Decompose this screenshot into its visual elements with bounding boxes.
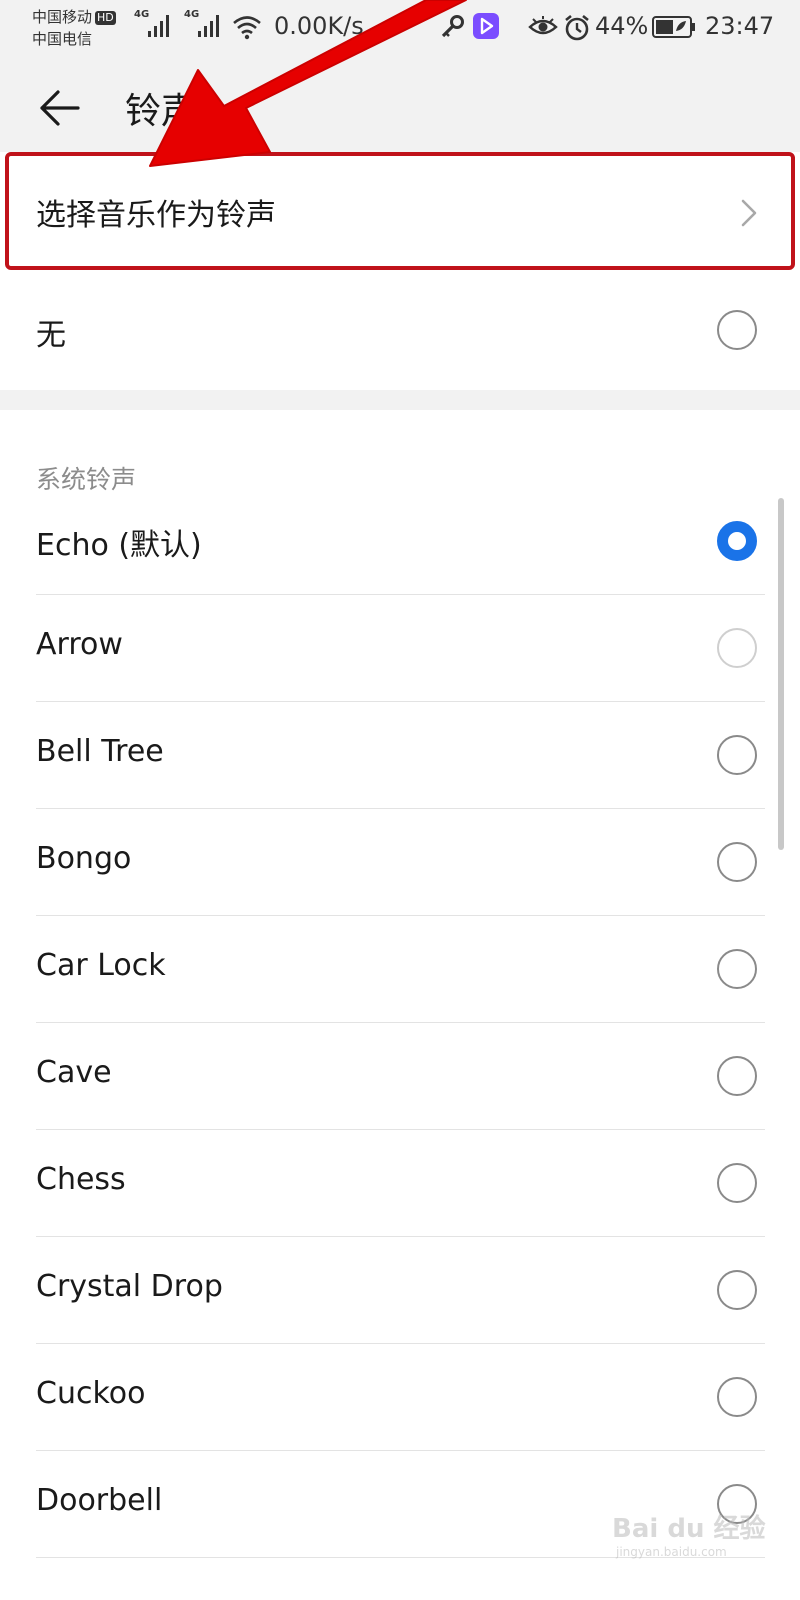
ringtone-list: Echo (默认) Arrow Bell Tree Bongo Car Lock Cave… [0, 488, 800, 1558]
carrier-1: 中国移动 [32, 8, 93, 26]
key-icon [441, 15, 464, 38]
ringtone-item[interactable]: Cave [0, 1023, 800, 1130]
watermark-url: jingyan.baidu.com [616, 1545, 727, 1559]
eye-icon [528, 16, 558, 35]
radio-button[interactable] [717, 949, 757, 989]
ringtone-item[interactable]: Bongo [0, 809, 800, 916]
alarm-icon [565, 14, 589, 41]
back-arrow-icon[interactable] [38, 86, 82, 130]
video-app-icon [473, 13, 499, 39]
hd-badge: HD [95, 11, 116, 25]
highlight-box [5, 152, 795, 270]
ringtone-none-row[interactable]: 无 [0, 270, 800, 390]
ringtone-label: Crystal Drop [36, 1269, 223, 1304]
ringtone-item[interactable]: Chess [0, 1130, 800, 1237]
radio-button[interactable] [717, 310, 757, 350]
ringtone-label: Cuckoo [36, 1376, 146, 1411]
radio-button[interactable] [717, 628, 757, 668]
page-title: 铃声 [125, 91, 198, 132]
status-bar: 中国移动 HD 中国电信 4G 4G 0.00K/s 44% 23:47 [0, 0, 800, 56]
ringtone-item[interactable]: Car Lock [0, 916, 800, 1023]
radio-button[interactable] [717, 1056, 757, 1096]
battery-percent: 44% [595, 12, 649, 40]
net-speed: 0.00K/s [274, 12, 364, 40]
top-app-bar: 铃声 [0, 56, 800, 152]
ringtone-label: Car Lock [36, 948, 166, 983]
radio-button[interactable] [717, 1270, 757, 1310]
ringtone-label: Chess [36, 1162, 126, 1197]
battery-icon [652, 16, 695, 38]
watermark-brand: Bai du 经验 [612, 1514, 766, 1544]
carrier-2: 中国电信 [32, 30, 93, 48]
ringtone-item[interactable]: Echo (默认) [0, 488, 800, 595]
radio-button[interactable] [717, 1163, 757, 1203]
signal-icon: 4G [134, 9, 176, 37]
clock: 23:47 [705, 12, 775, 40]
ringtone-label: Cave [36, 1055, 112, 1090]
ringtone-item[interactable]: Arrow [0, 595, 800, 702]
radio-button[interactable] [717, 1377, 757, 1417]
radio-button-checked[interactable] [717, 521, 757, 561]
ringtone-label: Echo (默认) [36, 528, 202, 563]
signal-icon: 4G [184, 9, 226, 37]
ringtone-label: Bell Tree [36, 734, 164, 769]
watermark: Bai du 经验 jingyan.baidu.com [612, 1508, 766, 1559]
ringtone-none-label: 无 [36, 318, 66, 353]
radio-button[interactable] [717, 735, 757, 775]
ringtone-label: Doorbell [36, 1483, 163, 1518]
ringtone-item[interactable]: Bell Tree [0, 702, 800, 809]
ringtone-label: Arrow [36, 627, 123, 662]
wifi-icon [233, 16, 261, 40]
radio-button[interactable] [717, 842, 757, 882]
ringtone-label: Bongo [36, 841, 132, 876]
scrollbar[interactable] [778, 498, 784, 850]
ringtone-item[interactable]: Crystal Drop [0, 1237, 800, 1344]
ringtone-item[interactable]: Cuckoo [0, 1344, 800, 1451]
carrier-info: 中国移动 HD 中国电信 [32, 6, 116, 50]
system-ringtones-card: 系统铃声 Echo (默认) Arrow Bell Tree Bongo Car Loc… [0, 410, 800, 1600]
